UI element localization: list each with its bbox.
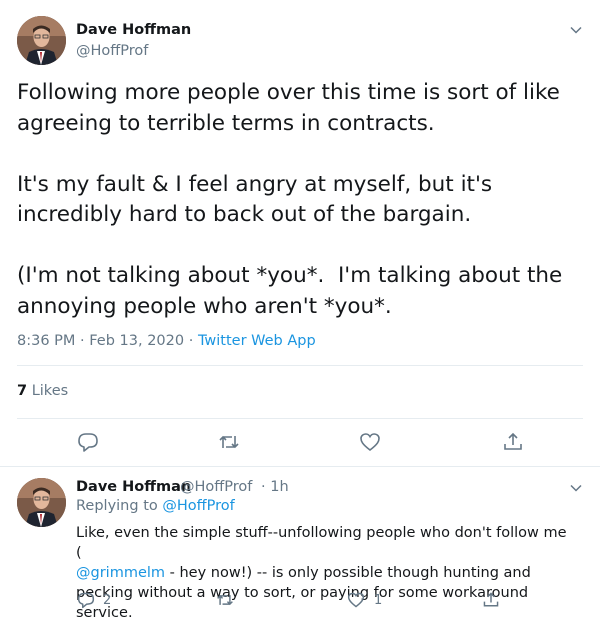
likes-label: Likes [31,383,69,399]
retweet-button[interactable] [218,431,240,453]
chevron-down-icon[interactable] [569,22,583,36]
tweet-paragraph: (I'm not talking about *you*. I'm talkin… [17,263,570,319]
author-name[interactable]: Dave Hoffman [76,22,191,38]
chevron-down-icon[interactable] [569,480,583,494]
like-count: 1 [374,593,383,608]
retweet-icon [217,594,233,606]
mention-link[interactable]: @grimmelm [76,565,165,581]
divider [17,418,583,419]
reply-icon [77,592,95,609]
reply-icon [78,433,98,452]
likes-stat[interactable]: 7 Likes [17,383,68,399]
tweet-meta: 8:36 PM · Feb 13, 2020 · Twitter Web App [17,333,316,349]
divider [17,365,583,366]
avatar[interactable] [17,478,66,527]
like-button[interactable] [359,431,381,453]
like-button[interactable] [347,591,365,609]
heart-icon [360,433,380,452]
tweet-time[interactable]: · 1h [261,479,289,495]
reply-button[interactable] [77,591,95,609]
reply-button[interactable] [77,431,99,453]
replying-label: Replying to [76,498,158,514]
timestamp[interactable]: 8:36 PM · Feb 13, 2020 · [17,333,193,349]
likes-count: 7 [17,383,28,399]
replying-to: Replying to @HoffProf [76,498,235,514]
share-icon [483,592,499,607]
share-button[interactable] [502,431,524,453]
heart-icon [347,592,365,608]
share-button[interactable] [482,591,500,609]
source-link[interactable]: Twitter Web App [198,333,316,349]
author-handle[interactable]: @HoffProf [76,43,148,59]
tweet-body: Following more people over this time is … [17,78,587,322]
main-tweet: Dave Hoffman @HoffProf Following more pe… [0,0,600,466]
reply-body: Like, even the simple stuff--unfollowing… [76,523,576,623]
reply-text-start: Like, even the simple stuff--unfollowing… [76,525,567,561]
tweet-paragraph: Following more people over this time is … [17,80,567,136]
reply-count: 2 [103,593,112,608]
avatar[interactable] [17,16,66,65]
author-name[interactable]: Dave Hoffman [76,479,191,495]
retweet-icon [219,435,239,449]
retweet-button[interactable] [216,591,234,609]
author-handle[interactable]: @HoffProf [180,479,252,495]
share-icon [504,432,522,450]
reply-tweet[interactable]: Dave Hoffman @HoffProf · 1h Replying to … [0,467,600,623]
replying-handle[interactable]: @HoffProf [162,498,234,514]
tweet-paragraph: It's my fault & I feel angry at myself, … [17,171,499,228]
